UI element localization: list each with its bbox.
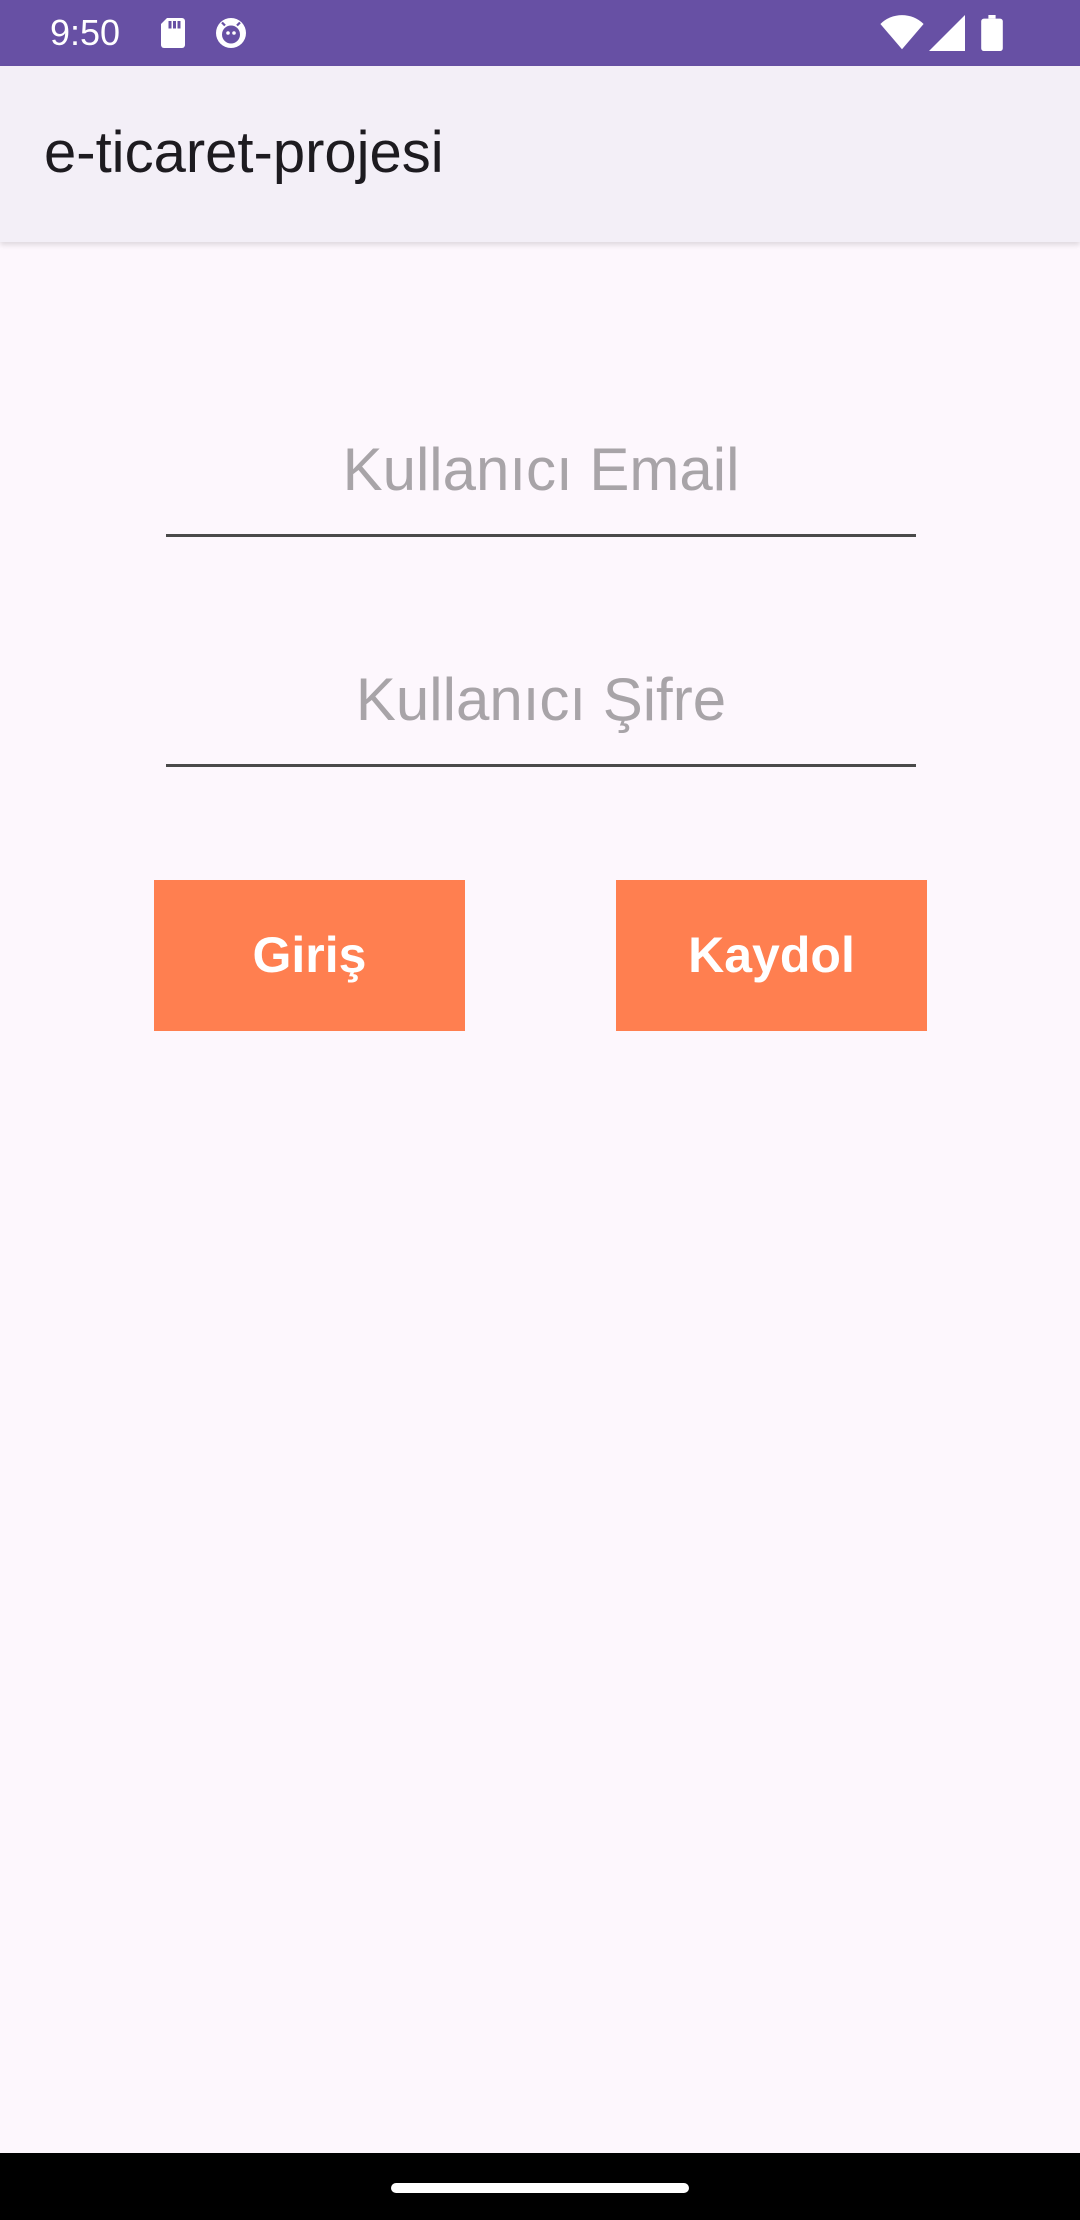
status-time: 9:50: [50, 12, 121, 53]
login-button[interactable]: Giriş: [154, 880, 465, 1031]
android-debug-icon: [213, 15, 249, 51]
email-field[interactable]: [166, 414, 916, 537]
home-gesture-handle[interactable]: [391, 2183, 689, 2193]
navigation-bar: [0, 2153, 1080, 2220]
battery-icon: [980, 15, 1004, 52]
app-bar: e-ticaret-projesi: [0, 66, 1080, 242]
signal-icon: [928, 15, 966, 51]
password-field[interactable]: [166, 644, 916, 767]
app-title: e-ticaret-projesi: [44, 120, 444, 185]
password-input[interactable]: [166, 644, 916, 754]
sd-card-icon: [155, 15, 191, 51]
email-input[interactable]: [166, 414, 916, 524]
register-button[interactable]: Kaydol: [616, 880, 927, 1031]
wifi-icon: [880, 15, 924, 51]
status-bar: 9:50: [0, 0, 1080, 66]
